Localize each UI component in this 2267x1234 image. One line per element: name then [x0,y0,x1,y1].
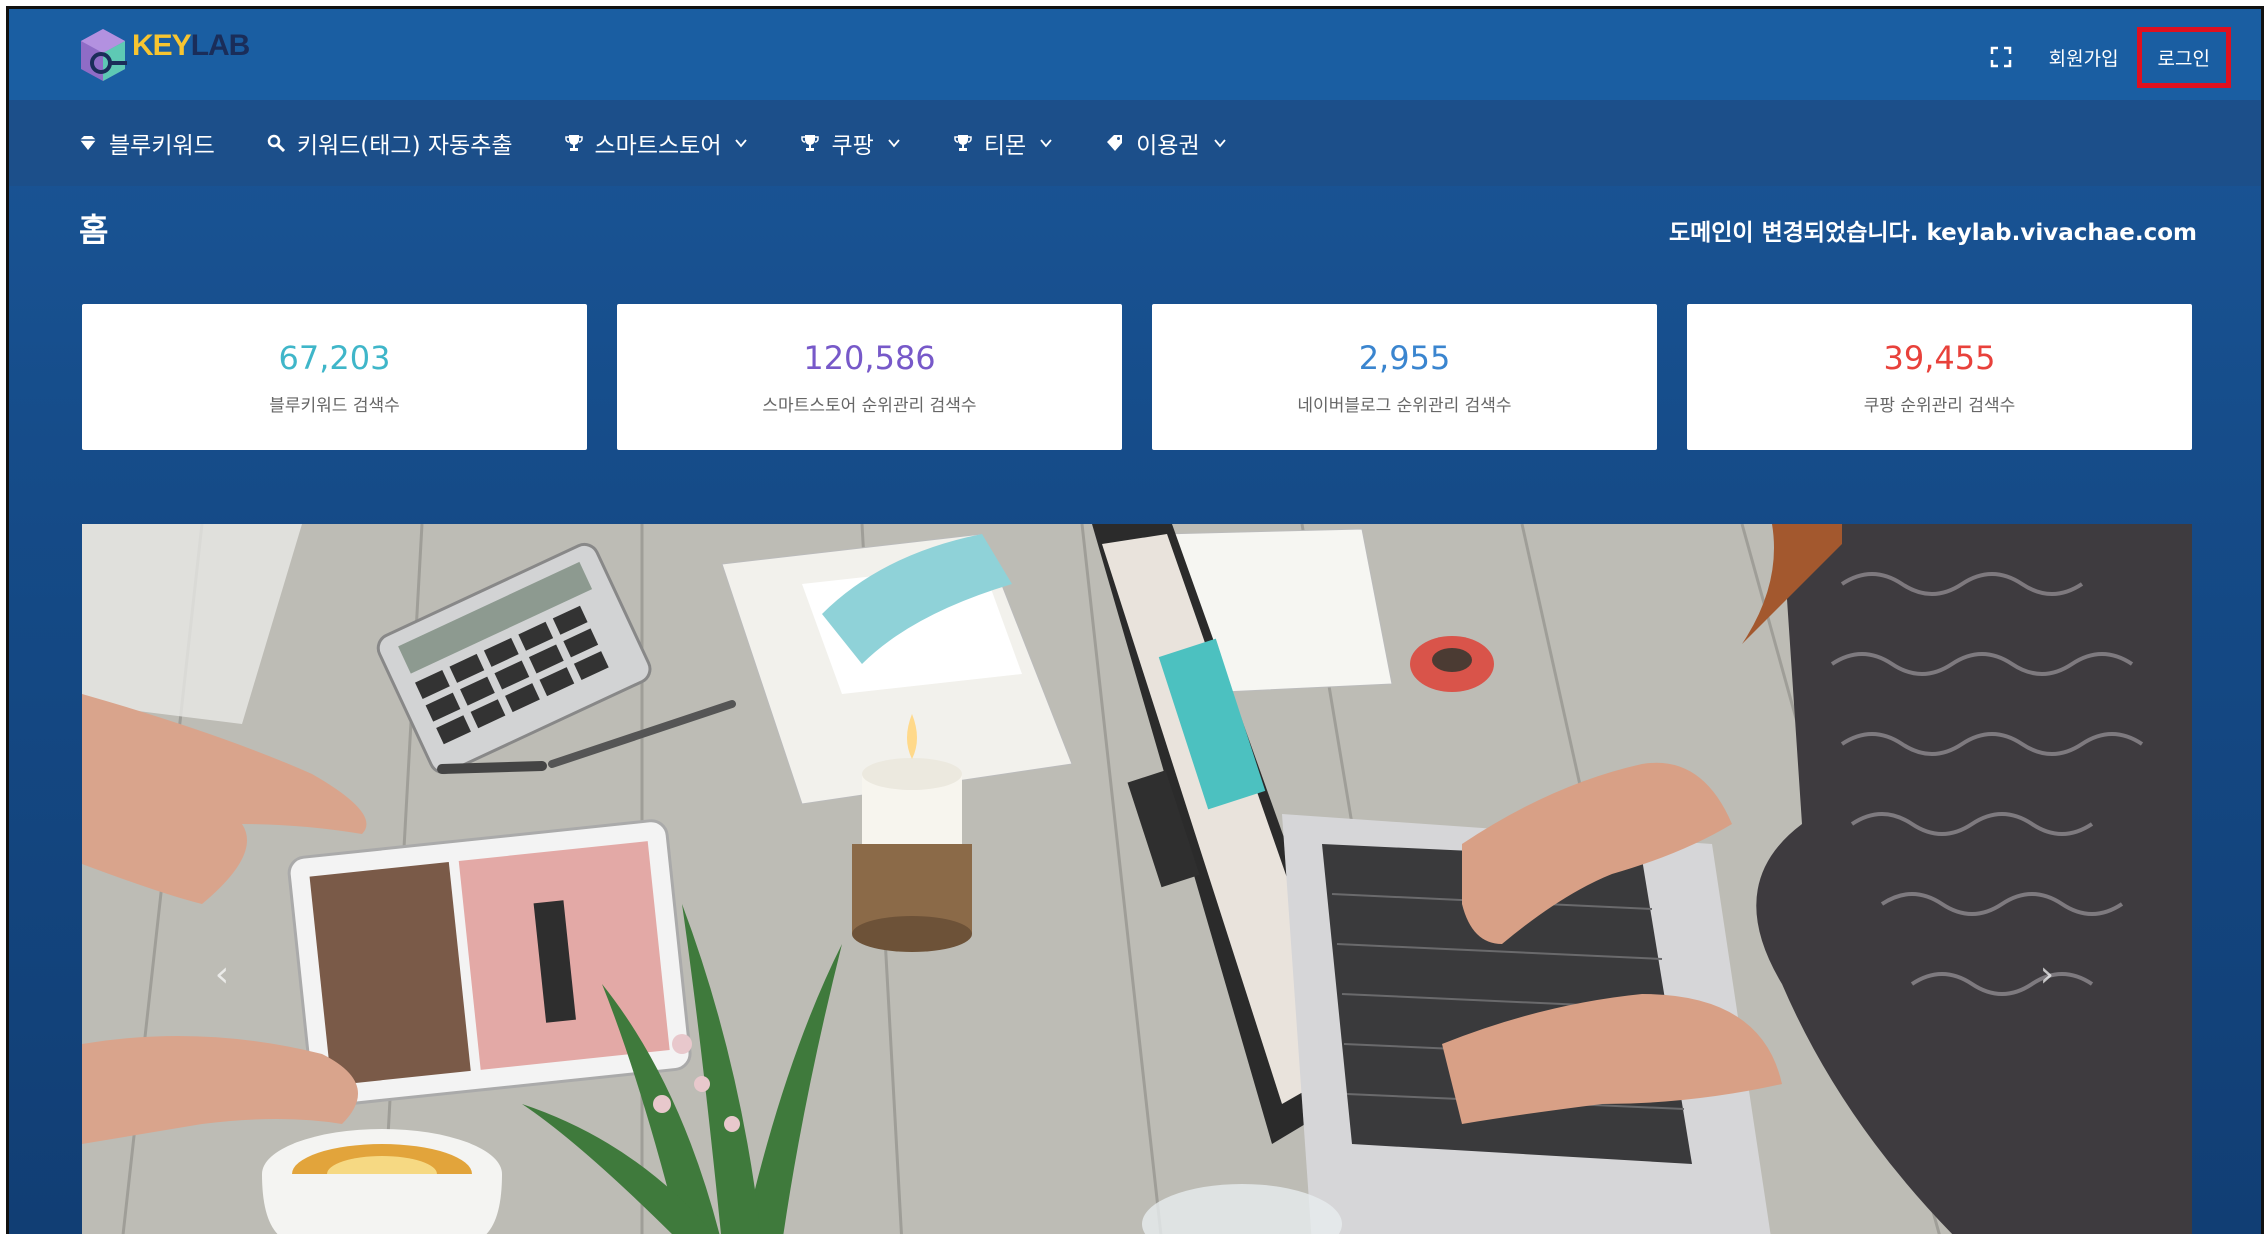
stat-value: 39,455 [1883,338,1996,377]
nav-item-label: 쿠팡 [831,133,874,159]
nav-item-keyword-extract[interactable]: 키워드(태그) 자동추출 [265,126,513,160]
nav-item-label: 스마트스토어 [594,133,722,159]
stat-label: 쿠팡 순위관리 검색수 [1863,395,2016,416]
hero-banner-image: ‹ › [82,524,2192,1234]
chevron-down-icon [735,139,748,148]
chevron-down-icon [1213,139,1226,148]
stat-label: 네이버블로그 순위관리 검색수 [1297,395,1512,416]
header-actions: 회원가입 로그인 [1981,26,2231,88]
stat-card-blue-keyword: 67,203 블루키워드 검색수 [82,304,587,450]
nav-item-pass[interactable]: 이용권 [1104,126,1227,160]
stat-card-coupang: 39,455 쿠팡 순위관리 검색수 [1687,304,2192,450]
tag-icon [1104,132,1126,154]
trophy-icon [563,132,585,154]
nav-item-label: 키워드(태그) 자동추출 [296,133,513,159]
nav-item-label: 티몬 [983,133,1027,159]
nav-item-blue-keyword[interactable]: 블루키워드 [77,126,215,160]
page-title: 홈 [79,211,109,249]
stat-card-smartstore: 120,586 스마트스토어 순위관리 검색수 [617,304,1122,450]
stat-value: 67,203 [278,338,391,377]
trophy-icon [952,132,974,154]
nav-item-label: 이용권 [1136,133,1200,159]
carousel-prev-icon[interactable]: ‹ [202,954,242,995]
search-icon [265,132,287,154]
app-window: KEYLAB 회원가입 로그인 블루키워드 키워드(태그) 자동추출 스마트스토… [6,6,2264,1234]
workspace-photo [82,524,2192,1234]
stat-card-naver-blog: 2,955 네이버블로그 순위관리 검색수 [1152,304,1657,450]
carousel-next-icon[interactable]: › [2027,954,2067,995]
fullscreen-icon[interactable] [1981,37,2021,77]
domain-change-notice: 도메인이 변경되었습니다. keylab.vivachae.com [1668,220,2197,246]
chevron-down-icon [1040,139,1052,148]
trophy-icon [799,132,821,154]
top-header: KEYLAB 회원가입 로그인 [9,9,2261,100]
keylab-logo[interactable]: KEYLAB [77,25,257,91]
stat-value: 120,586 [803,338,936,377]
stat-label: 스마트스토어 순위관리 검색수 [762,395,977,416]
nav-item-tmon[interactable]: 티몬 [952,126,1054,160]
nav-item-coupang[interactable]: 쿠팡 [799,126,901,160]
signup-link[interactable]: 회원가입 [2049,44,2119,71]
nav-item-smartstore[interactable]: 스마트스토어 [563,126,750,160]
main-nav: 블루키워드 키워드(태그) 자동추출 스마트스토어 쿠팡 티몬 이용권 [9,100,2261,186]
chevron-down-icon [888,139,900,148]
stats-cards: 67,203 블루키워드 검색수 120,586 스마트스토어 순위관리 검색수… [82,304,2192,450]
diamond-icon [77,132,99,154]
login-button[interactable]: 로그인 [2136,26,2231,88]
nav-item-label: 블루키워드 [109,133,215,159]
logo-wordmark: KEYLAB [132,29,250,62]
logo-cube-icon [81,29,127,81]
stat-value: 2,955 [1358,338,1451,377]
stat-label: 블루키워드 검색수 [269,395,400,416]
